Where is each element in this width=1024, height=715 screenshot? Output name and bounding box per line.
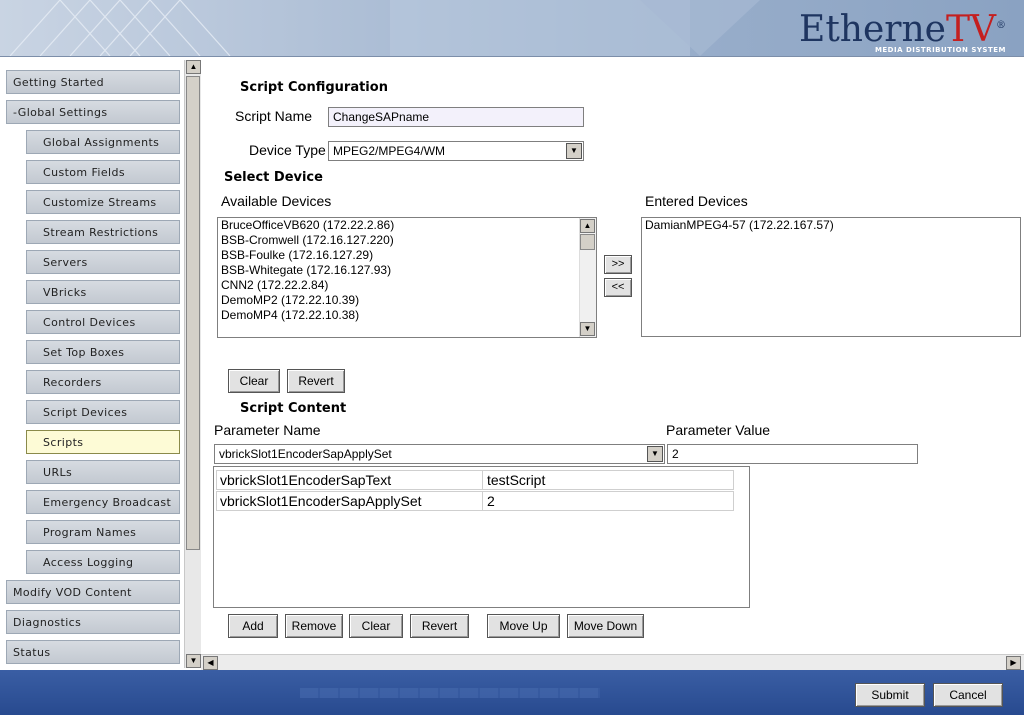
list-item[interactable]: DemoMP4 (172.22.10.38) (218, 308, 596, 323)
sidebar-item-script-devices[interactable]: Script Devices (26, 400, 180, 424)
script-name-label: Script Name (235, 108, 313, 124)
revert-devices-button[interactable]: Revert (287, 369, 345, 393)
scroll-left-arrow-icon[interactable]: ◀ (203, 656, 218, 670)
remove-device-button[interactable]: << (604, 278, 632, 297)
chevron-down-icon[interactable]: ▼ (566, 143, 582, 159)
list-item[interactable]: DemoMP2 (172.22.10.39) (218, 293, 596, 308)
parameter-value-cell: 2 (487, 493, 495, 509)
column-divider (482, 492, 483, 510)
scroll-down-arrow-icon[interactable]: ▼ (186, 654, 201, 668)
add-parameter-button[interactable]: Add (228, 614, 278, 638)
sidebar-item-global-settings[interactable]: -Global Settings (6, 100, 180, 124)
parameter-name-value: vbrickSlot1EncoderSapApplySet (219, 447, 392, 461)
cancel-button[interactable]: Cancel (933, 683, 1003, 707)
sidebar-item-vbricks[interactable]: VBricks (26, 280, 180, 304)
scroll-up-arrow-icon[interactable]: ▲ (580, 219, 595, 233)
sidebar-item-scripts[interactable]: Scripts (26, 430, 180, 454)
scroll-right-arrow-icon[interactable]: ▶ (1006, 656, 1021, 670)
sidebar-item-control-devices[interactable]: Control Devices (26, 310, 180, 334)
sidebar-item-custom-fields[interactable]: Custom Fields (26, 160, 180, 184)
available-devices-list[interactable]: BruceOfficeVB620 (172.22.2.86) BSB-Cromwe… (217, 217, 597, 338)
scroll-down-arrow-icon[interactable]: ▼ (580, 322, 595, 336)
list-item[interactable]: BSB-Whitegate (172.16.127.93) (218, 263, 596, 278)
sidebar-item-status[interactable]: Status (6, 640, 180, 664)
sidebar-item-diagnostics[interactable]: Diagnostics (6, 610, 180, 634)
clear-devices-button[interactable]: Clear (228, 369, 280, 393)
etherne-tv-logo: EtherneTV® MEDIA DISTRIBUTION SYSTEM (799, 9, 1006, 55)
device-type-select[interactable]: MPEG2/MPEG4/WM ▼ (328, 141, 584, 161)
table-row[interactable]: vbrickSlot1EncoderSapApplySet 2 (216, 491, 734, 511)
select-device-heading: Select Device (224, 170, 323, 185)
list-item[interactable]: BruceOfficeVB620 (172.22.2.86) (218, 218, 596, 233)
sidebar-item-program-names[interactable]: Program Names (26, 520, 180, 544)
sidebar-nav: Getting Started -Global Settings Global As… (0, 60, 184, 666)
script-name-input[interactable]: ChangeSAPname (328, 107, 584, 127)
scrollbar-thumb[interactable] (186, 76, 200, 550)
sidebar-item-recorders[interactable]: Recorders (26, 370, 180, 394)
chevron-down-icon[interactable]: ▼ (647, 446, 663, 462)
list-item[interactable]: CNN2 (172.22.2.84) (218, 278, 596, 293)
move-up-button[interactable]: Move Up (487, 614, 560, 638)
sidebar-item-customize-streams[interactable]: Customize Streams (26, 190, 180, 214)
sidebar-scrollbar[interactable]: ▲ ▼ (184, 60, 202, 668)
entered-devices-list[interactable]: DamianMPEG4-57 (172.22.167.57) (641, 217, 1021, 337)
app-header: EtherneTV® MEDIA DISTRIBUTION SYSTEM (0, 0, 1024, 57)
sidebar-item-getting-started[interactable]: Getting Started (6, 70, 180, 94)
script-parameters-table[interactable]: vbrickSlot1EncoderSapText testScript vbric… (213, 466, 750, 608)
available-devices-label: Available Devices (221, 193, 332, 209)
sidebar-item-set-top-boxes[interactable]: Set Top Boxes (26, 340, 180, 364)
script-content-heading: Script Content (240, 401, 347, 416)
sidebar-item-servers[interactable]: Servers (26, 250, 180, 274)
parameter-value-input[interactable]: 2 (667, 444, 918, 464)
parameter-name-cell: vbrickSlot1EncoderSapText (220, 472, 392, 488)
scrollbar-thumb[interactable] (580, 234, 595, 250)
list-item[interactable]: DamianMPEG4-57 (172.22.167.57) (642, 218, 1020, 233)
clear-parameters-button[interactable]: Clear (349, 614, 403, 638)
parameter-value-cell: testScript (487, 472, 546, 488)
sidebar-item-modify-vod-content[interactable]: Modify VOD Content (6, 580, 180, 604)
move-down-button[interactable]: Move Down (567, 614, 644, 638)
sidebar-item-access-logging[interactable]: Access Logging (26, 550, 180, 574)
script-configuration-heading: Script Configuration (240, 80, 388, 95)
scroll-up-arrow-icon[interactable]: ▲ (186, 60, 201, 74)
parameter-name-cell: vbrickSlot1EncoderSapApplySet (220, 493, 422, 509)
submit-button[interactable]: Submit (855, 683, 925, 707)
sidebar-item-emergency-broadcast[interactable]: Emergency Broadcast (26, 490, 180, 514)
revert-parameters-button[interactable]: Revert (410, 614, 469, 638)
column-divider (482, 471, 483, 489)
parameter-name-label: Parameter Name (214, 422, 321, 438)
main-content: Script Configuration Script Name ChangeS… (201, 60, 1024, 654)
available-list-scrollbar[interactable]: ▲ ▼ (579, 218, 596, 337)
remove-parameter-button[interactable]: Remove (285, 614, 343, 638)
list-item[interactable]: BSB-Foulke (172.16.127.29) (218, 248, 596, 263)
sidebar-item-global-assignments[interactable]: Global Assignments (26, 130, 180, 154)
device-type-label: Device Type (249, 142, 326, 158)
entered-devices-label: Entered Devices (645, 193, 748, 209)
footer-decoration (300, 688, 600, 698)
sidebar-item-stream-restrictions[interactable]: Stream Restrictions (26, 220, 180, 244)
parameter-value-label: Parameter Value (666, 422, 771, 438)
add-device-button[interactable]: >> (604, 255, 632, 274)
main-horizontal-scrollbar[interactable]: ◀ ▶ (201, 654, 1024, 671)
table-row[interactable]: vbrickSlot1EncoderSapText testScript (216, 470, 734, 490)
list-item[interactable]: BSB-Cromwell (172.16.127.220) (218, 233, 596, 248)
device-type-value: MPEG2/MPEG4/WM (333, 144, 446, 158)
sidebar-item-urls[interactable]: URLs (26, 460, 180, 484)
parameter-name-select[interactable]: vbrickSlot1EncoderSapApplySet ▼ (214, 444, 665, 464)
footer-bar: Submit Cancel (0, 670, 1024, 715)
